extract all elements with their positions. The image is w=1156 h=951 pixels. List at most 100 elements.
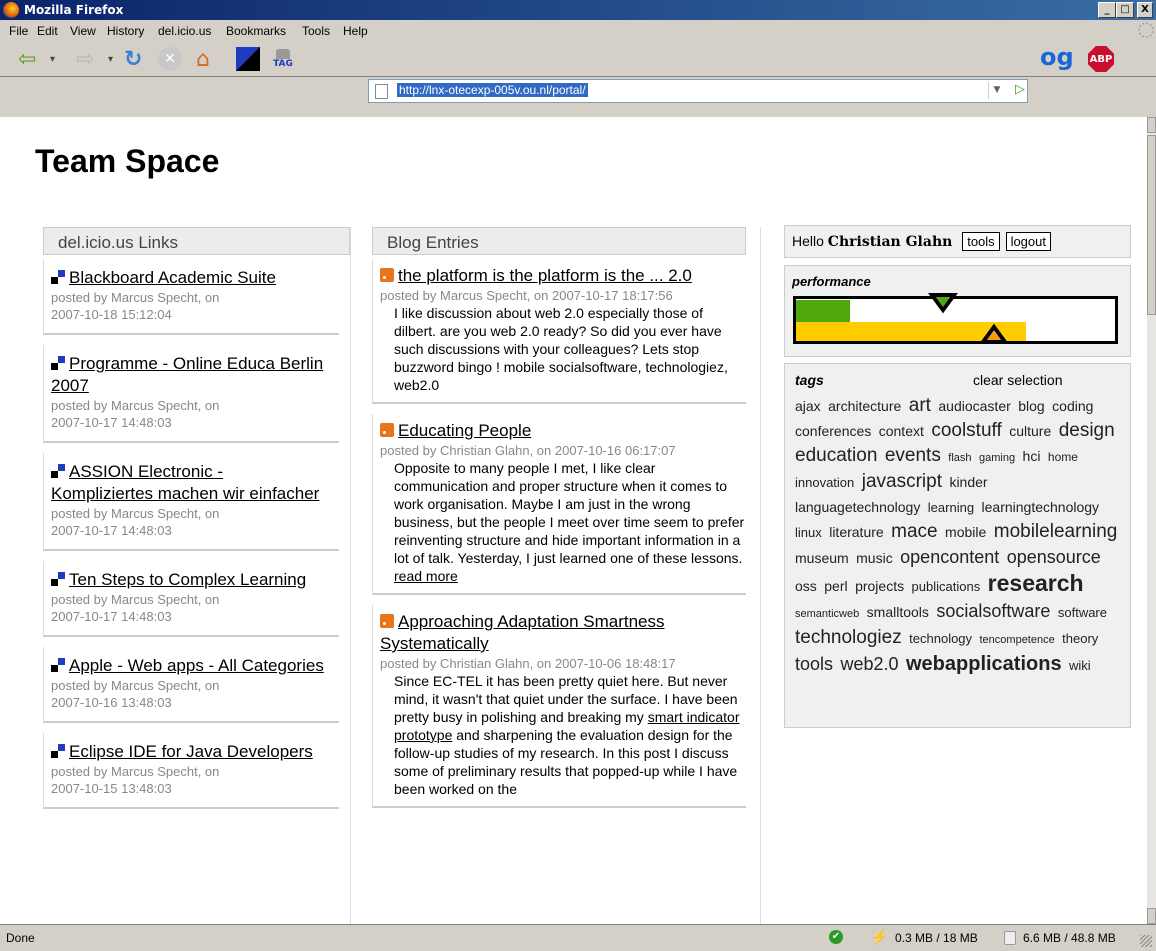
url-bar[interactable]: http://lnx-otecexp-005v.ou.nl/portal/ ▼ …: [368, 79, 1028, 103]
tag-opensource[interactable]: opensource: [1007, 547, 1101, 567]
tools-button[interactable]: tools: [962, 232, 1000, 251]
logout-button[interactable]: logout: [1005, 232, 1051, 251]
minimize-button[interactable]: _: [1098, 2, 1116, 18]
tag-wiki[interactable]: wiki: [1069, 658, 1091, 673]
delicious-icon[interactable]: [236, 47, 260, 71]
tag-conferences[interactable]: conferences: [795, 423, 871, 439]
tag-audiocaster[interactable]: audiocaster: [938, 398, 1010, 414]
tag-theory[interactable]: theory: [1062, 631, 1098, 646]
tag-education[interactable]: education: [795, 445, 877, 466]
user-box: Hello Christian Glahn tools logout: [784, 225, 1131, 258]
menu-edit[interactable]: Edit: [37, 24, 58, 38]
google-search-icon[interactable]: og: [1040, 43, 1074, 71]
tag-socialsoftware[interactable]: socialsoftware: [936, 601, 1050, 621]
link-title[interactable]: Programme - Online Educa Berlin 2007: [51, 354, 323, 395]
tag-gaming[interactable]: gaming: [979, 452, 1015, 464]
home-icon[interactable]: ⌂: [196, 46, 210, 72]
blog-heading: Blog Entries: [372, 227, 746, 255]
stop-icon[interactable]: ✕: [158, 47, 182, 71]
blog-title[interactable]: Approaching Adaptation Smartness Systema…: [380, 612, 665, 653]
blog-title[interactable]: the platform is the platform is the ... …: [380, 266, 692, 285]
resize-grip-icon[interactable]: [1140, 935, 1152, 947]
tag-coding[interactable]: coding: [1052, 398, 1093, 414]
tag-opencontent[interactable]: opencontent: [900, 547, 999, 567]
tag-blog[interactable]: blog: [1018, 398, 1044, 414]
menu-delicious[interactable]: del.icio.us: [158, 24, 211, 38]
url-dropdown-icon[interactable]: ▼: [988, 82, 1005, 99]
link-title[interactable]: Blackboard Academic Suite: [51, 268, 276, 287]
forward-dropdown-icon[interactable]: ▾: [108, 46, 113, 72]
vertical-scrollbar[interactable]: [1147, 117, 1156, 924]
link-title[interactable]: ASSION Electronic - Kompliziertes machen…: [51, 462, 319, 503]
tag-design[interactable]: design: [1059, 420, 1115, 441]
back-dropdown-icon[interactable]: ▾: [50, 46, 55, 72]
go-icon[interactable]: ▷: [1015, 82, 1025, 97]
url-text[interactable]: http://lnx-otecexp-005v.ou.nl/portal/: [397, 83, 588, 97]
tag-ajax[interactable]: ajax: [795, 398, 821, 414]
tag-mobilelearning[interactable]: mobilelearning: [994, 521, 1118, 542]
tag-linux[interactable]: linux: [795, 525, 822, 540]
menu-file[interactable]: File: [9, 24, 28, 38]
tag-culture[interactable]: culture: [1009, 423, 1051, 439]
close-button[interactable]: X: [1137, 2, 1153, 18]
read-more-link[interactable]: read more: [394, 568, 458, 584]
tag-javascript[interactable]: javascript: [862, 471, 942, 492]
tag-hci[interactable]: hci: [1023, 448, 1041, 464]
tag-perl[interactable]: perl: [824, 578, 847, 594]
tag-learning[interactable]: learning: [928, 500, 974, 515]
tag-webapplications[interactable]: webapplications: [906, 653, 1062, 675]
tag-kinder[interactable]: kinder: [949, 474, 987, 490]
tag-architecture[interactable]: architecture: [828, 398, 901, 414]
scroll-down-icon[interactable]: [1147, 908, 1156, 924]
tag-cloud: ajax architecture art audiocaster blog c…: [795, 394, 1122, 678]
clear-selection-link[interactable]: clear selection: [973, 372, 1063, 388]
tag-technologiez[interactable]: technologiez: [795, 627, 902, 648]
menu-tools[interactable]: Tools: [302, 24, 330, 38]
scroll-up-icon[interactable]: [1147, 117, 1156, 133]
tag-publications[interactable]: publications: [912, 579, 981, 594]
tag-web20[interactable]: web2.0: [840, 654, 898, 674]
tag-coolstuff[interactable]: coolstuff: [931, 420, 1001, 441]
tag-smalltools[interactable]: smalltools: [867, 604, 929, 620]
menu-view[interactable]: View: [70, 24, 96, 38]
tag-art[interactable]: art: [909, 395, 931, 416]
link-title[interactable]: Apple - Web apps - All Categories: [51, 656, 324, 675]
back-arrow-icon[interactable]: ⇦: [18, 46, 36, 72]
tag-music[interactable]: music: [856, 550, 893, 566]
reload-icon[interactable]: ↻: [124, 46, 142, 72]
menu-history[interactable]: History: [107, 24, 144, 38]
tag-mace[interactable]: mace: [891, 521, 937, 542]
menu-bookmarks[interactable]: Bookmarks: [226, 24, 286, 38]
tag-museum[interactable]: museum: [795, 550, 849, 566]
tag-innovation[interactable]: innovation: [795, 475, 854, 490]
tag-technology[interactable]: technology: [909, 631, 972, 646]
tag-software[interactable]: software: [1058, 605, 1107, 620]
link-title[interactable]: Ten Steps to Complex Learning: [51, 570, 306, 589]
tag-tools[interactable]: tools: [795, 654, 833, 674]
tag-projects[interactable]: projects: [855, 578, 904, 594]
tag-mobile[interactable]: mobile: [945, 524, 986, 540]
tag-icon[interactable]: TAG: [270, 46, 296, 72]
tag-oss[interactable]: oss: [795, 578, 817, 594]
adblock-plus-icon[interactable]: ABP: [1088, 46, 1114, 72]
blog-entry: Educating People posted by Christian Gla…: [372, 414, 746, 595]
maximize-button[interactable]: □: [1116, 2, 1134, 18]
tag-events[interactable]: events: [885, 445, 941, 466]
forward-arrow-icon[interactable]: ⇨: [76, 46, 94, 72]
tag-research[interactable]: research: [988, 570, 1084, 596]
tag-semanticweb[interactable]: semanticweb: [795, 608, 859, 620]
tag-languagetechnology[interactable]: languagetechnology: [795, 499, 920, 515]
scroll-thumb[interactable]: [1147, 135, 1156, 315]
tag-tencompetence[interactable]: tencompetence: [980, 634, 1055, 646]
tag-context[interactable]: context: [879, 423, 924, 439]
blog-title[interactable]: Educating People: [380, 421, 531, 440]
blog-list: the platform is the platform is the ... …: [372, 259, 746, 818]
link-title[interactable]: Eclipse IDE for Java Developers: [51, 742, 313, 761]
tag-flash[interactable]: flash: [948, 452, 971, 464]
link-meta: posted by Marcus Specht, on 2007-10-18 15…: [51, 290, 220, 322]
tag-learningtechnology[interactable]: learningtechnology: [982, 499, 1100, 515]
tag-home[interactable]: home: [1048, 450, 1078, 464]
menu-help[interactable]: Help: [343, 24, 368, 38]
list-item: Ten Steps to Complex Learning posted by …: [43, 561, 339, 637]
tag-literature[interactable]: literature: [829, 524, 883, 540]
